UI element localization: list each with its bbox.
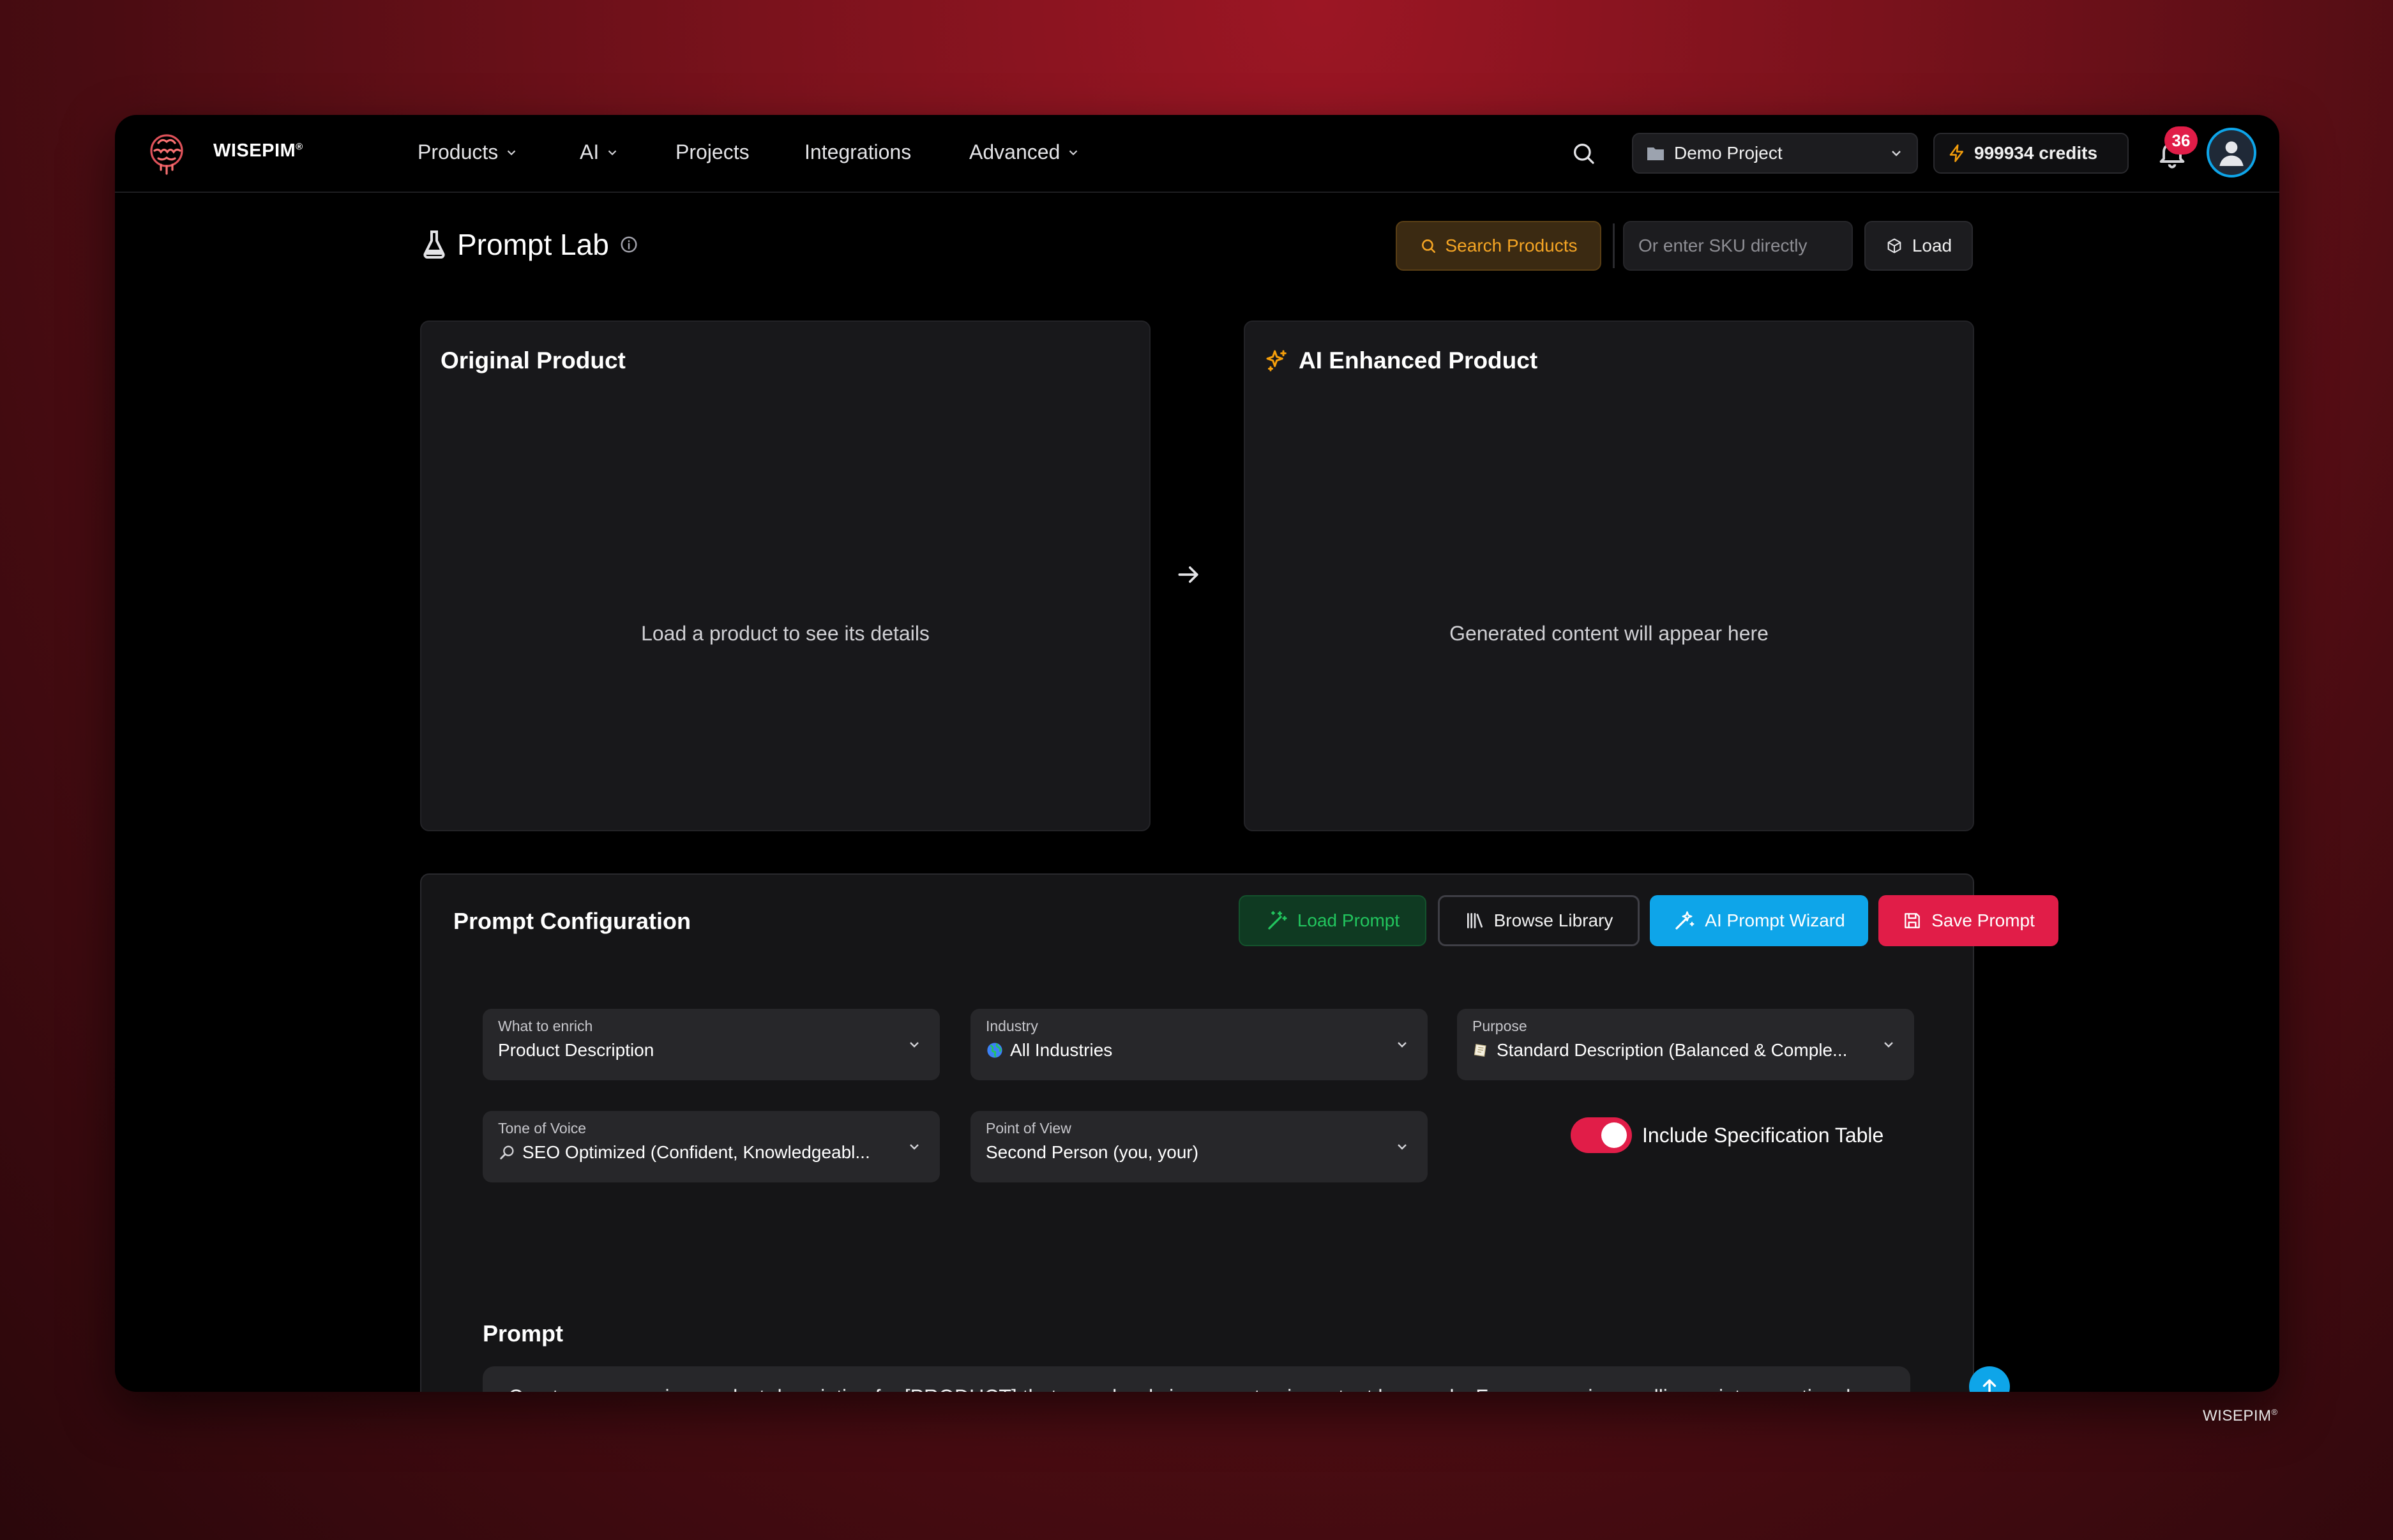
package-icon <box>1887 238 1901 253</box>
arrow-right-icon <box>1178 566 1198 583</box>
wand-sparkles-icon <box>1675 911 1695 930</box>
sparkles-icon <box>1266 350 1287 372</box>
notification-count-badge: 36 <box>2164 126 2198 155</box>
search-button[interactable] <box>1566 135 1601 171</box>
chevron-down-icon <box>1398 1144 1407 1150</box>
chevron-down-icon <box>910 1144 919 1150</box>
nav-ai[interactable]: AI <box>580 140 619 164</box>
save-prompt-button[interactable]: Save Prompt <box>1878 895 2058 946</box>
info-icon[interactable] <box>619 235 638 254</box>
browse-library-button[interactable]: Browse Library <box>1438 895 1640 946</box>
chevron-down-icon <box>1884 1042 1893 1048</box>
note-icon <box>1474 1044 1486 1057</box>
save-icon <box>1905 913 1920 928</box>
magic-wand-icon <box>1268 911 1287 930</box>
globe-icon <box>987 1043 1002 1058</box>
search-products-button[interactable]: Search Products <box>1396 221 1601 271</box>
ai-enhanced-product-empty-text: Generated content will appear here <box>1449 622 1769 645</box>
ai-enhanced-product-card: AI Enhanced Product Generated content wi… <box>1244 321 1974 831</box>
spec-table-toggle[interactable] <box>1571 1117 1632 1153</box>
folder-icon <box>1647 147 1664 160</box>
point-of-view-select[interactable]: Point of View Second Person (you, your) <box>970 1111 1428 1182</box>
arrow-up-icon <box>1982 1379 1997 1392</box>
brain-logo-icon[interactable] <box>143 130 190 177</box>
library-icon <box>1467 913 1483 928</box>
original-product-card: Original Product Load a product to see i… <box>420 321 1151 831</box>
tone-of-voice-select[interactable]: Tone of Voice SEO Optimized (Confident, … <box>483 1111 940 1182</box>
search-icon <box>1574 144 1594 164</box>
flask-icon <box>423 230 445 259</box>
chevron-down-icon <box>1398 1042 1407 1048</box>
ai-enhanced-product-title: AI Enhanced Product <box>1264 347 1537 374</box>
divider <box>1613 223 1615 268</box>
brand-name[interactable]: WISEPIM® <box>213 140 303 162</box>
original-product-title: Original Product <box>441 347 626 374</box>
load-prompt-button[interactable]: Load Prompt <box>1239 895 1426 946</box>
credits-badge[interactable]: 999934 credits <box>1933 133 2129 174</box>
purpose-select[interactable]: Purpose Standard Description (Balanced &… <box>1457 1009 1914 1080</box>
search-icon <box>1421 239 1435 253</box>
nav-products[interactable]: Products <box>418 140 518 164</box>
prompt-configuration-panel: Prompt Configuration Load Prompt Browse … <box>420 873 2058 1392</box>
load-button[interactable]: Load <box>1864 221 1973 271</box>
spec-table-label: Include Specification Table <box>1642 1124 1884 1147</box>
chevron-down-icon <box>1892 151 1901 156</box>
app-window: WISEPIM® Products AI Projects Integratio… <box>115 115 2279 1392</box>
sku-input[interactable] <box>1623 221 1853 271</box>
chevron-down-icon <box>910 1042 919 1048</box>
project-select[interactable]: Demo Project <box>1632 133 1918 174</box>
chevron-down-icon <box>508 149 516 155</box>
prompt-configuration-title: Prompt Configuration <box>453 908 691 934</box>
lightning-icon <box>1949 144 1963 162</box>
magnifier-icon <box>500 1145 514 1159</box>
nav-advanced[interactable]: Advanced <box>969 140 1080 164</box>
user-avatar[interactable] <box>2207 128 2256 177</box>
original-product-empty-text: Load a product to see its details <box>641 622 930 645</box>
page-title: Prompt Lab <box>421 227 638 262</box>
chevron-down-icon <box>608 149 617 155</box>
enrich-select[interactable]: What to enrich Product Description <box>483 1009 940 1080</box>
industry-select[interactable]: Industry All Industries <box>970 1009 1428 1080</box>
nav-integrations[interactable]: Integrations <box>804 140 911 164</box>
send-prompt-button[interactable] <box>1969 1366 2010 1392</box>
user-icon <box>2219 141 2244 166</box>
toggle-knob <box>1601 1122 1627 1148</box>
prompt-textarea[interactable]: Create a persuasive product description … <box>483 1366 1910 1392</box>
footer-brand: WISEPIM® <box>2203 1407 2278 1424</box>
prompt-label: Prompt <box>483 1320 563 1347</box>
ai-prompt-wizard-button[interactable]: AI Prompt Wizard <box>1650 895 1868 946</box>
top-nav: WISEPIM® Products AI Projects Integratio… <box>115 115 2279 193</box>
nav-projects[interactable]: Projects <box>676 140 750 164</box>
chevron-down-icon <box>1069 149 1078 155</box>
